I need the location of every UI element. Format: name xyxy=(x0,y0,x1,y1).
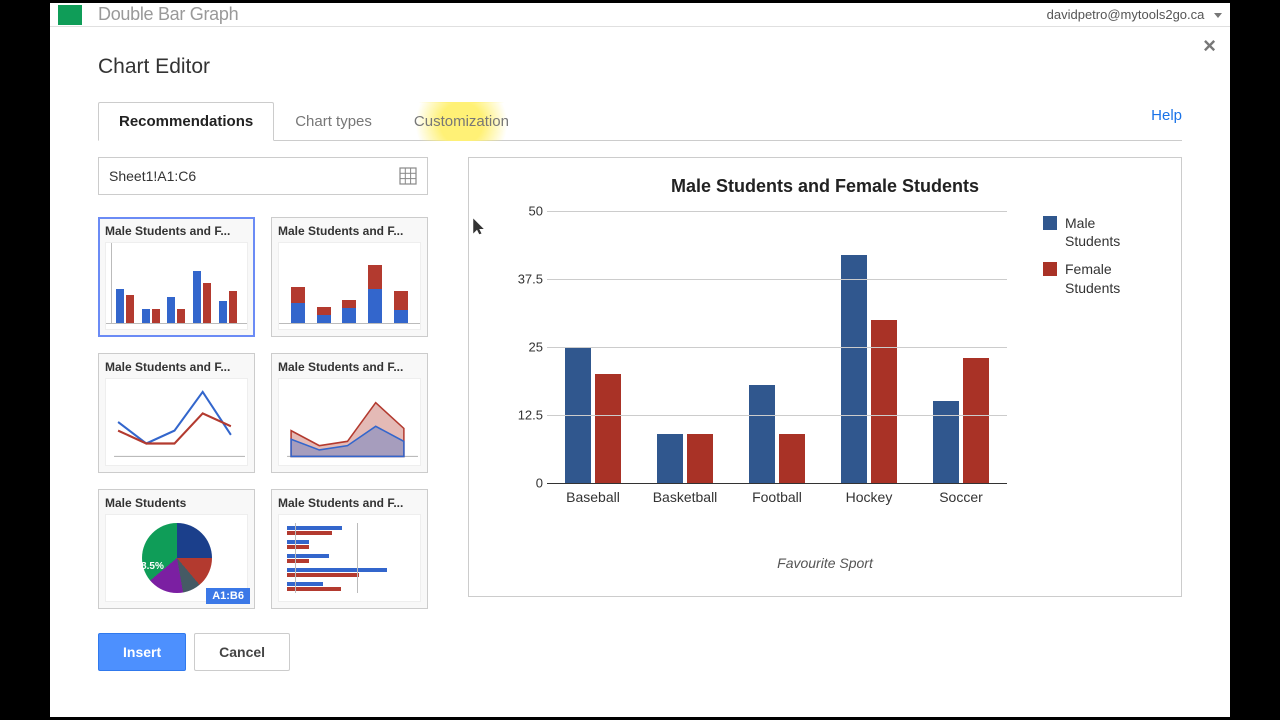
chart-legend: Male Students Female Students xyxy=(1043,214,1153,307)
account-email[interactable]: davidpetro@mytools2go.ca xyxy=(1047,7,1222,22)
legend-label: Female Students xyxy=(1065,260,1153,296)
chart-thumb-line[interactable]: Male Students and F... xyxy=(98,353,255,473)
app-stage: Double Bar Graph davidpetro@mytools2go.c… xyxy=(50,3,1230,717)
legend-item-male: Male Students xyxy=(1043,214,1153,250)
y-tick-label: 50 xyxy=(529,204,543,219)
data-range-value: Sheet1!A1:C6 xyxy=(109,168,196,184)
legend-label: Male Students xyxy=(1065,214,1153,250)
y-tick-label: 25 xyxy=(529,340,543,355)
pie-slice-label: 38.5% xyxy=(136,561,164,572)
thumb-title: Male Students xyxy=(105,496,248,510)
x-tick-label: Hockey xyxy=(823,483,915,511)
thumb-title: Male Students and F... xyxy=(278,496,421,510)
chart-thumb-hbar[interactable]: Male Students and F... xyxy=(271,489,428,609)
bar xyxy=(841,255,867,483)
bar xyxy=(779,434,805,483)
bar xyxy=(871,320,897,483)
data-range-input[interactable]: Sheet1!A1:C6 xyxy=(98,157,428,195)
account-email-text: davidpetro@mytools2go.ca xyxy=(1047,7,1205,22)
thumb-range-badge: A1:B6 xyxy=(206,588,250,604)
legend-item-female: Female Students xyxy=(1043,260,1153,296)
chart-title: Male Students and Female Students xyxy=(493,176,1157,197)
document-title: Double Bar Graph xyxy=(98,4,238,25)
bar xyxy=(933,401,959,483)
x-tick-label: Soccer xyxy=(915,483,1007,511)
y-tick-label: 0 xyxy=(536,476,543,491)
select-range-icon[interactable] xyxy=(399,167,417,185)
insert-button[interactable]: Insert xyxy=(98,633,186,671)
x-tick-label: Football xyxy=(731,483,823,511)
sheets-logo xyxy=(58,5,82,25)
x-axis-title: Favourite Sport xyxy=(493,555,1157,571)
legend-swatch-icon xyxy=(1043,216,1057,230)
bar xyxy=(657,434,683,483)
thumb-title: Male Students and F... xyxy=(278,224,421,238)
chart-editor-dialog: × Chart Editor Recommendations Chart typ… xyxy=(50,31,1230,717)
cancel-button[interactable]: Cancel xyxy=(194,633,290,671)
help-link[interactable]: Help xyxy=(1151,107,1182,134)
chart-thumb-grouped-bar[interactable]: Male Students and F... xyxy=(98,217,255,337)
bar xyxy=(595,374,621,483)
chart-plot-area: 012.52537.550 BaseballBasketballFootball… xyxy=(547,211,1007,511)
tab-customization[interactable]: Customization xyxy=(393,102,530,141)
x-tick-label: Baseball xyxy=(547,483,639,511)
sheets-header: Double Bar Graph davidpetro@mytools2go.c… xyxy=(50,3,1230,27)
chart-preview-panel: Male Students and Female Students Male S… xyxy=(468,157,1182,597)
dialog-tabs: Recommendations Chart types Customizatio… xyxy=(98,101,1182,141)
thumb-title: Male Students and F... xyxy=(105,224,248,238)
account-dropdown-icon xyxy=(1214,13,1222,18)
bar xyxy=(749,385,775,483)
thumb-title: Male Students and F... xyxy=(278,360,421,374)
thumb-title: Male Students and F... xyxy=(105,360,248,374)
chart-thumb-pie[interactable]: Male Students 38.5% A1:B6 xyxy=(98,489,255,609)
y-tick-label: 37.5 xyxy=(518,272,543,287)
tab-chart-types[interactable]: Chart types xyxy=(274,102,393,141)
x-tick-label: Basketball xyxy=(639,483,731,511)
bar xyxy=(687,434,713,483)
tab-recommendations[interactable]: Recommendations xyxy=(98,102,274,141)
close-icon[interactable]: × xyxy=(1203,35,1216,57)
y-tick-label: 12.5 xyxy=(518,408,543,423)
chart-thumb-stacked-bar[interactable]: Male Students and F... xyxy=(271,217,428,337)
chart-thumb-area[interactable]: Male Students and F... xyxy=(271,353,428,473)
bar xyxy=(963,358,989,483)
dialog-title: Chart Editor xyxy=(98,55,1182,79)
legend-swatch-icon xyxy=(1043,262,1057,276)
